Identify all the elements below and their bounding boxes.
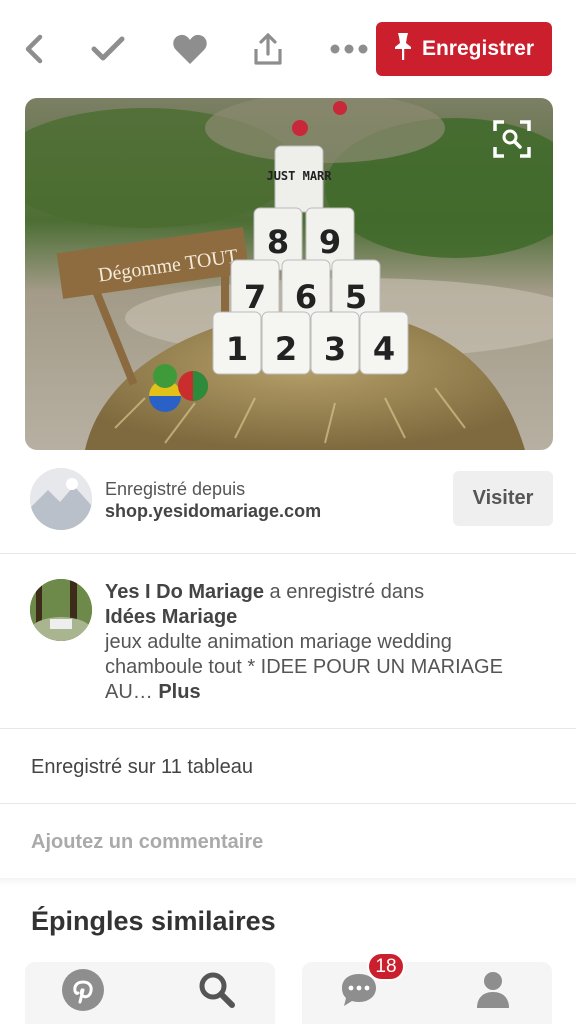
- heart-icon[interactable]: [167, 26, 213, 72]
- can-number: 2: [275, 330, 297, 368]
- search-icon[interactable]: [186, 962, 248, 1018]
- can-top-text: JUST MARR: [266, 169, 332, 183]
- source-avatar: [30, 468, 92, 530]
- can-number: 5: [345, 278, 367, 316]
- pin-saver-info: Yes I Do Mariage a enregistré dans Idées…: [0, 555, 576, 729]
- visual-search-icon[interactable]: [493, 120, 531, 158]
- top-toolbar: Enregistrer: [0, 0, 576, 98]
- more-icon[interactable]: [326, 26, 372, 72]
- comment-input[interactable]: Ajoutez un commentaire: [0, 805, 576, 881]
- notification-badge: 18: [367, 952, 405, 981]
- share-icon[interactable]: [245, 26, 291, 72]
- can-number: 1: [226, 330, 248, 368]
- saver-action: a enregistré dans: [263, 581, 425, 603]
- save-button[interactable]: Enregistrer: [376, 22, 552, 76]
- can-number: 9: [319, 223, 341, 261]
- save-button-label: Enregistrer: [421, 37, 535, 60]
- source-domain-link[interactable]: shop.yesidomariage.com: [105, 500, 321, 522]
- pin-icon: [394, 31, 412, 67]
- board-name[interactable]: Idées Mariage: [105, 606, 237, 628]
- pin-source: Enregistré depuis shop.yesidomariage.com…: [0, 458, 576, 554]
- back-icon[interactable]: [12, 26, 58, 72]
- bottom-nav: [0, 962, 576, 1024]
- profile-icon[interactable]: [462, 962, 524, 1018]
- saver-name[interactable]: Yes I Do Mariage: [105, 581, 264, 603]
- pin-photo: Dégomme TOUT JUST MARR 8 9 7 6 5 1 2 3 4: [25, 98, 553, 450]
- pin-image[interactable]: Dégomme TOUT JUST MARR 8 9 7 6 5 1 2 3 4: [25, 98, 553, 450]
- section-divider: [0, 878, 576, 886]
- visit-button[interactable]: Visiter: [453, 471, 553, 526]
- more-link[interactable]: Plus: [158, 681, 200, 703]
- saver-avatar[interactable]: [30, 579, 92, 641]
- saved-count[interactable]: Enregistré sur 11 tableau: [0, 730, 576, 804]
- source-label: Enregistré depuis: [105, 479, 246, 499]
- can-number: 4: [373, 330, 395, 368]
- similar-pins-title: Épingles similaires: [31, 906, 276, 936]
- can-number: 7: [244, 278, 266, 316]
- can-number: 3: [324, 330, 346, 368]
- pinterest-icon[interactable]: [52, 962, 114, 1018]
- check-icon[interactable]: [85, 26, 131, 72]
- can-number: 8: [267, 223, 289, 261]
- can-number: 6: [295, 278, 317, 316]
